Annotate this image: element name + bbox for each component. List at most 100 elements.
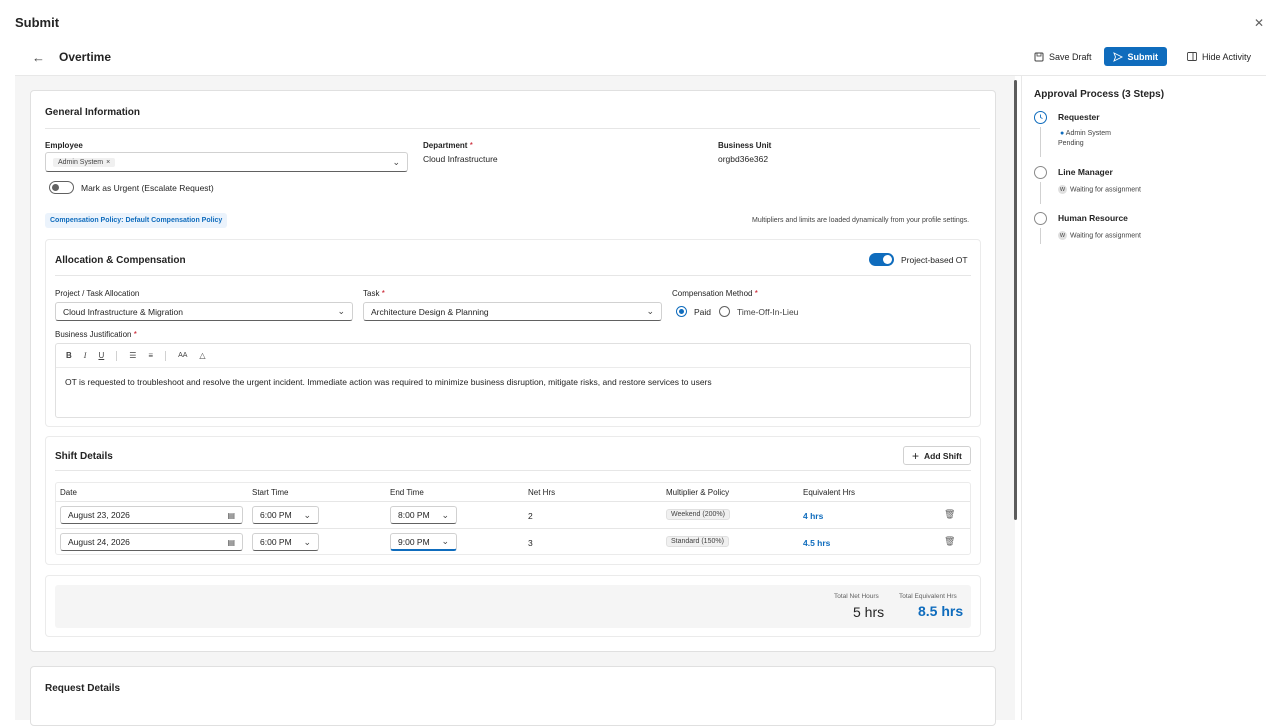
task-value: Architecture Design & Planning: [371, 306, 489, 317]
step-hr-name: Human Resource: [1058, 213, 1128, 223]
employee-picker[interactable]: Admin System × ⌄: [45, 152, 408, 172]
chevron-down-icon[interactable]: ⌄: [392, 157, 400, 168]
chevron-down-icon: ⌄: [303, 509, 311, 520]
header-actions: Save Draft Submit Hide Activity: [1030, 47, 1255, 66]
col-end-time: End Time: [390, 488, 424, 497]
shift-equivalent-hrs: 4.5 hrs: [803, 538, 831, 548]
step-requester-name: Requester: [1058, 112, 1100, 122]
delete-shift-icon[interactable]: 🗑: [944, 536, 955, 547]
font-size-icon[interactable]: AA: [178, 352, 187, 359]
add-shift-label: Add Shift: [924, 450, 962, 461]
business-unit-label: Business Unit: [718, 141, 772, 150]
chevron-down-icon: ⌄: [337, 306, 345, 316]
shift-policy-tag: Standard (150%): [666, 536, 729, 547]
urgent-label: Mark as Urgent (Escalate Request): [81, 183, 214, 193]
underline-icon[interactable]: U: [98, 351, 104, 360]
employee-chip-label: Admin System: [58, 158, 104, 166]
shift-end-value: 8:00 PM: [398, 510, 430, 520]
submit-button[interactable]: Submit: [1103, 47, 1168, 66]
project-select[interactable]: Cloud Infrastructure & Migration ⌄: [55, 302, 353, 321]
request-details-card: [30, 666, 996, 726]
shift-policy-tag: Weekend (200%): [666, 509, 730, 520]
step-hr-status: W Waiting for assignment: [1058, 231, 1141, 240]
send-icon: [1112, 51, 1123, 62]
shift-start-select[interactable]: 6:00 PM ⌄: [252, 533, 319, 551]
chip-remove-icon[interactable]: ×: [106, 159, 110, 166]
shift-end-select[interactable]: 8:00 PM ⌄: [390, 506, 457, 524]
step-circle-icon: [1034, 166, 1047, 179]
shift-start-select[interactable]: 6:00 PM ⌄: [252, 506, 319, 524]
total-net-value: 5 hrs: [853, 604, 885, 620]
allocation-title: Allocation & Compensation: [55, 255, 186, 266]
hide-activity-button[interactable]: Hide Activity: [1183, 48, 1255, 66]
delete-shift-icon[interactable]: 🗑: [944, 509, 955, 520]
pane-divider: [1021, 76, 1022, 720]
save-icon: [1034, 52, 1044, 61]
shift-start-value: 6:00 PM: [260, 537, 292, 547]
task-select[interactable]: Architecture Design & Planning ⌄: [363, 302, 662, 321]
step-line-manager-name: Line Manager: [1058, 167, 1113, 177]
panel-icon: [1187, 52, 1197, 61]
clock-icon: [1034, 111, 1047, 124]
urgent-toggle[interactable]: [49, 181, 74, 194]
general-divider: [45, 128, 980, 129]
person-icon: ●: [1060, 130, 1065, 137]
approval-title: Approval Process (3 Steps): [1034, 89, 1165, 100]
plus-icon: +: [912, 448, 920, 463]
employee-chip: Admin System ×: [53, 157, 116, 167]
step-connector: [1040, 127, 1041, 157]
shift-date-input[interactable]: August 24, 2026 ▤: [60, 533, 243, 551]
calendar-icon[interactable]: ▤: [227, 538, 235, 547]
page-title: Overtime: [59, 50, 112, 64]
department-label: Department *: [423, 141, 473, 150]
back-arrow-icon[interactable]: ←: [32, 50, 45, 65]
shift-end-select[interactable]: 9:00 PM ⌄: [390, 533, 457, 551]
highlight-icon[interactable]: △: [199, 351, 205, 360]
justification-editor[interactable]: B I U ☰ ≡ AA △ OT is requested to troubl…: [55, 343, 971, 418]
save-draft-button[interactable]: Save Draft: [1030, 48, 1096, 66]
numbered-list-icon[interactable]: ≡: [148, 351, 153, 360]
project-ot-toggle[interactable]: [869, 253, 894, 266]
shift-divider: [55, 470, 971, 471]
chevron-down-icon: ⌄: [441, 536, 449, 546]
col-date: Date: [60, 488, 77, 497]
shift-date-value: August 24, 2026: [68, 537, 130, 547]
general-info-title: General Information: [45, 107, 141, 118]
col-start-time: Start Time: [252, 488, 289, 497]
radio-toil[interactable]: [719, 306, 730, 317]
waiting-avatar: W: [1058, 231, 1067, 240]
compensation-label: Compensation Method *: [672, 289, 758, 298]
shift-net-hrs: 2: [528, 511, 533, 521]
step-requester-status: Pending: [1058, 140, 1084, 147]
justification-text[interactable]: OT is requested to troubleshoot and reso…: [65, 377, 712, 387]
form-scrollbar[interactable]: [1014, 80, 1017, 520]
save-draft-label: Save Draft: [1049, 51, 1092, 62]
calendar-icon[interactable]: ▤: [227, 511, 235, 520]
radio-paid[interactable]: [676, 306, 687, 317]
col-multiplier: Multiplier & Policy: [666, 488, 730, 497]
total-net-label: Total Net Hours: [834, 593, 879, 600]
add-shift-button[interactable]: + Add Shift: [903, 446, 971, 465]
shift-date-input[interactable]: August 23, 2026 ▤: [60, 506, 243, 524]
bold-icon[interactable]: B: [66, 351, 72, 360]
shift-net-hrs: 3: [528, 538, 533, 548]
close-icon[interactable]: ✕: [1254, 16, 1264, 30]
editor-toolbar: B I U ☰ ≡ AA △: [56, 344, 970, 368]
total-equiv-value: 8.5 hrs: [918, 603, 964, 619]
business-unit-value: orgbd36e362: [718, 154, 769, 164]
table-row-divider: [56, 528, 970, 529]
radio-paid-label: Paid: [694, 307, 712, 317]
bullet-list-icon[interactable]: ☰: [129, 351, 136, 360]
step-connector: [1040, 182, 1041, 204]
italic-icon[interactable]: I: [84, 351, 87, 360]
step-requester-person: ● Admin System: [1060, 130, 1111, 137]
radio-toil-label: Time-Off-In-Lieu: [737, 307, 799, 317]
department-value: Cloud Infrastructure: [423, 154, 498, 164]
col-net-hrs: Net Hrs: [528, 488, 556, 497]
request-details-title: Request Details: [45, 683, 121, 694]
chevron-down-icon: ⌄: [646, 306, 654, 316]
policy-note: Multipliers and limits are loaded dynami…: [752, 217, 970, 224]
allocation-divider: [55, 275, 971, 276]
table-header-divider: [56, 501, 970, 502]
project-value: Cloud Infrastructure & Migration: [63, 306, 183, 317]
